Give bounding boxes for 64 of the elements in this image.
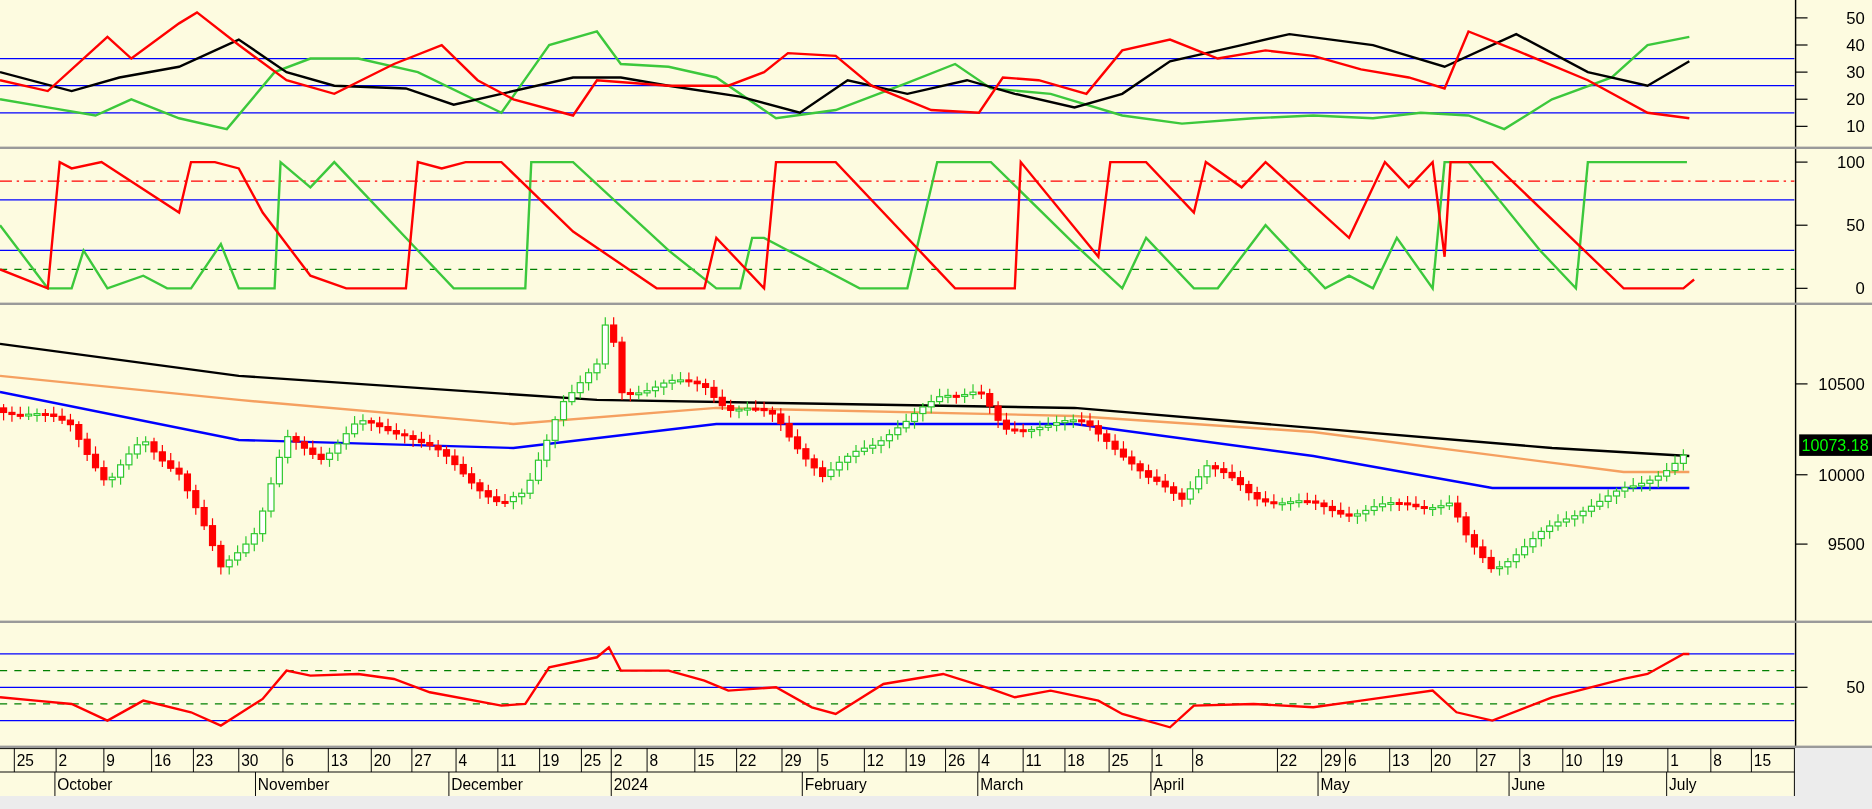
axis-tick-label: 30: [1846, 63, 1865, 83]
week-label: 3: [1522, 751, 1531, 769]
week-label: 19: [542, 751, 560, 769]
week-label: 29: [1324, 751, 1342, 769]
week-label: 6: [285, 751, 294, 769]
month-label: June: [1511, 775, 1546, 793]
axis-tick-label: 0: [1855, 279, 1865, 299]
axis-tick-label: 100: [1836, 153, 1865, 173]
axis-tick-label: 10: [1846, 117, 1865, 137]
week-label: 30: [241, 751, 259, 769]
month-label: December: [451, 775, 523, 793]
axis-tick-label: 40: [1846, 35, 1865, 55]
week-label: 11: [500, 751, 517, 769]
week-label: 11: [1025, 751, 1042, 769]
axis-tick-label: 10000: [1818, 465, 1865, 485]
week-label: 4: [981, 751, 990, 769]
week-label: 5: [820, 751, 829, 769]
week-label: 1: [1670, 751, 1679, 769]
week-label: 13: [1392, 751, 1410, 769]
week-label: 19: [1605, 751, 1623, 769]
week-label: 20: [1433, 751, 1452, 769]
week-label: 23: [195, 751, 214, 769]
axis-tick-label: 10500: [1818, 374, 1865, 394]
week-label: 29: [784, 751, 802, 769]
week-label: 13: [330, 751, 348, 769]
month-label: April: [1153, 775, 1185, 793]
week-label: 15: [697, 751, 715, 769]
week-label: 6: [1347, 751, 1357, 769]
week-label: 10: [1565, 751, 1583, 769]
axis-tick-label: 20: [1846, 90, 1865, 110]
axis-tick-label: 50: [1846, 8, 1865, 28]
week-label: 9: [106, 751, 115, 769]
week-label: 12: [866, 751, 884, 769]
month-label: October: [57, 775, 113, 793]
axis-tick-label: 9500: [1827, 535, 1865, 555]
week-label: 27: [1479, 751, 1497, 769]
month-label: May: [1320, 775, 1350, 793]
week-label: 25: [16, 751, 34, 769]
month-label: March: [980, 775, 1024, 793]
month-label: February: [804, 775, 867, 793]
week-label: 4: [458, 751, 468, 769]
week-label: 22: [1279, 751, 1298, 769]
last-price-label: 10073.18: [1799, 434, 1872, 456]
week-label: 8: [649, 751, 659, 769]
week-label: 2: [58, 751, 68, 769]
week-label: 26: [947, 751, 966, 769]
month-label: July: [1669, 775, 1697, 793]
week-label: 2: [613, 751, 623, 769]
week-label: 8: [1713, 751, 1722, 769]
week-label: 15: [1753, 751, 1772, 769]
week-label: 27: [414, 751, 432, 769]
month-label: November: [257, 775, 330, 793]
month-label: 2024: [613, 775, 649, 793]
week-label: 22: [739, 751, 757, 769]
week-label: 8: [1195, 751, 1204, 769]
week-label: 16: [154, 751, 172, 769]
week-label: 20: [373, 751, 391, 769]
week-label: 19: [908, 751, 926, 769]
week-label: 25: [583, 751, 602, 769]
axis-tick-label: 50: [1846, 678, 1865, 698]
week-label: 18: [1067, 751, 1085, 769]
week-label: 1: [1154, 751, 1164, 769]
axis-tick-label: 50: [1846, 216, 1865, 236]
week-label: 25: [1111, 751, 1129, 769]
